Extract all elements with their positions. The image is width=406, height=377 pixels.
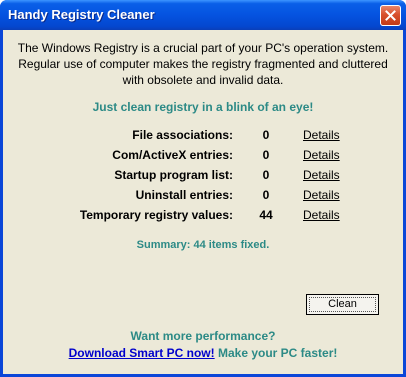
close-icon xyxy=(385,10,396,21)
close-button[interactable] xyxy=(380,5,401,26)
clean-button-label: Clean xyxy=(309,297,376,312)
clean-button[interactable]: Clean xyxy=(306,294,379,315)
result-row-com-activex: Com/ActiveX entries: 0 Details xyxy=(3,148,403,166)
details-link[interactable]: Details xyxy=(303,188,340,202)
promo-heading: Want more performance? xyxy=(130,329,276,343)
row-count: 44 xyxy=(259,208,273,222)
details-link[interactable]: Details xyxy=(303,208,340,222)
result-row-temporary: Temporary registry values: 44 Details xyxy=(3,208,403,226)
details-link[interactable]: Details xyxy=(303,128,340,142)
row-count: 0 xyxy=(262,188,270,202)
row-label: File associations: xyxy=(132,128,233,142)
details-link[interactable]: Details xyxy=(303,148,340,162)
summary-text: Summary: 44 items fixed. xyxy=(136,239,270,251)
result-row-startup: Startup program list: 0 Details xyxy=(3,168,403,186)
result-row-file-associations: File associations: 0 Details xyxy=(3,128,403,146)
row-label: Temporary registry values: xyxy=(79,208,233,222)
dialog-body: The Windows Registry is a crucial part o… xyxy=(3,30,403,374)
tagline: Just clean registry in a blink of an eye… xyxy=(92,100,314,114)
row-label: Uninstall entries: xyxy=(135,188,233,202)
result-row-uninstall: Uninstall entries: 0 Details xyxy=(3,188,403,206)
intro-text: The Windows Registry is a crucial part o… xyxy=(17,41,389,87)
title-bar[interactable]: Handy Registry Cleaner xyxy=(0,0,406,30)
row-label: Startup program list: xyxy=(114,168,233,182)
row-count: 0 xyxy=(262,168,270,182)
window-title: Handy Registry Cleaner xyxy=(8,7,155,22)
registry-cleaner-window: Handy Registry Cleaner The Windows Regis… xyxy=(0,0,406,377)
row-label: Com/ActiveX entries: xyxy=(112,148,233,162)
details-link[interactable]: Details xyxy=(303,168,340,182)
row-count: 0 xyxy=(262,128,270,142)
promo-line: Download Smart PC now! Make your PC fast… xyxy=(3,346,403,360)
promo-slogan: Make your PC faster! xyxy=(217,346,338,360)
download-link[interactable]: Download Smart PC now! xyxy=(69,346,215,360)
row-count: 0 xyxy=(262,148,270,162)
